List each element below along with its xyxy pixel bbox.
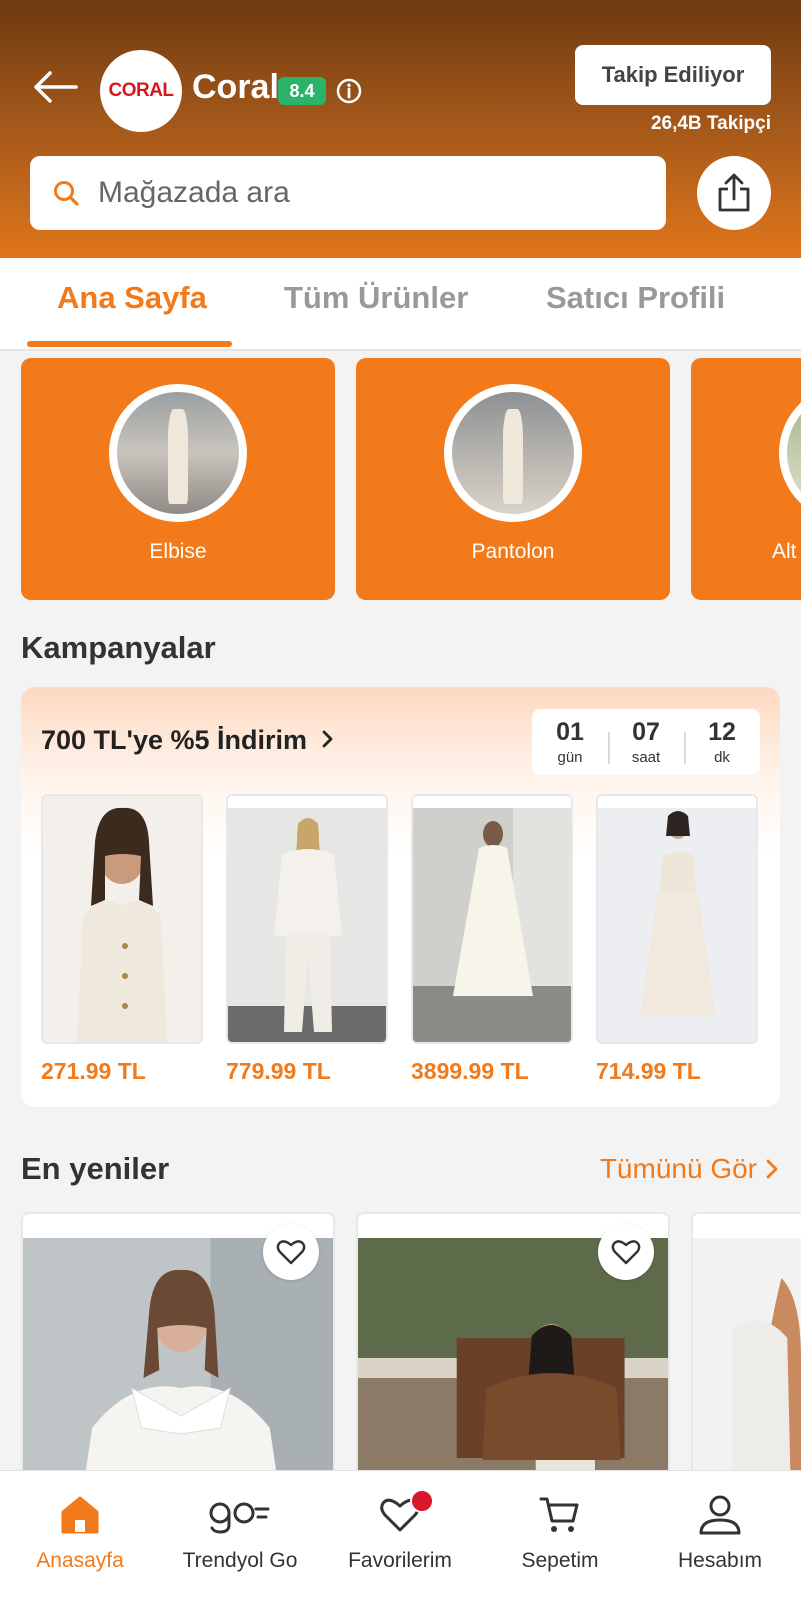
follow-button[interactable]: Takip Ediliyor bbox=[575, 45, 771, 105]
nav-label: Sepetim bbox=[521, 1549, 599, 1572]
nav-label: Trendyol Go bbox=[182, 1549, 298, 1572]
category-label: Pantolon bbox=[471, 540, 555, 563]
product-price: 271.99 TL bbox=[41, 1058, 146, 1084]
countdown-days: 01 gün bbox=[556, 718, 584, 766]
info-icon[interactable] bbox=[336, 78, 362, 104]
active-tab-indicator bbox=[27, 341, 232, 347]
category-label: Elbise bbox=[149, 540, 207, 563]
product-image bbox=[226, 794, 388, 1044]
store-name: Coral bbox=[192, 68, 279, 106]
logo-text: CORAL bbox=[108, 80, 174, 101]
countdown-minutes: 12 dk bbox=[684, 718, 760, 766]
user-icon bbox=[699, 1495, 741, 1535]
nav-account[interactable]: Hesabım bbox=[640, 1485, 800, 1573]
favorite-button[interactable] bbox=[598, 1224, 654, 1280]
seller-score-badge: 8.4 bbox=[278, 77, 326, 105]
new-product-card[interactable] bbox=[21, 1212, 335, 1502]
heart-icon bbox=[611, 1240, 641, 1265]
category-label: Alt bbox=[772, 540, 797, 563]
store-logo[interactable]: CORAL bbox=[100, 50, 182, 132]
category-card-elbise[interactable]: Elbise bbox=[21, 358, 335, 600]
tab-all-products[interactable]: Tüm Ürünler bbox=[284, 280, 468, 316]
countdown-timer: 01 gün 07 saat 12 dk bbox=[532, 709, 760, 775]
heart-icon bbox=[276, 1240, 306, 1265]
campaign-link[interactable]: 700 TL'ye %5 İndirim bbox=[41, 725, 335, 756]
store-tabs: Ana Sayfa Tüm Ürünler Satıcı Profili bbox=[0, 258, 801, 351]
go-icon bbox=[209, 1502, 270, 1534]
nav-label: Anasayfa bbox=[36, 1549, 124, 1572]
chevron-right-icon bbox=[322, 730, 332, 748]
search-input[interactable] bbox=[98, 176, 618, 210]
campaigns-title: Kampanyalar bbox=[21, 630, 216, 665]
campaign-product[interactable]: 3899.99 TL bbox=[411, 794, 573, 1085]
category-image bbox=[779, 384, 801, 522]
store-page: CORAL Coral 8.4 Takip Ediliyor 26,4B Tak… bbox=[0, 0, 801, 1600]
see-all-label: Tümünü Gör bbox=[599, 1153, 757, 1184]
product-image bbox=[411, 794, 573, 1044]
nav-home[interactable]: Anasayfa bbox=[0, 1485, 160, 1573]
share-button[interactable] bbox=[697, 156, 771, 230]
nav-label: Favorilerim bbox=[348, 1549, 452, 1572]
product-price: 714.99 TL bbox=[596, 1058, 701, 1084]
store-search-box[interactable] bbox=[30, 156, 666, 230]
campaign-product[interactable]: 779.99 TL bbox=[226, 794, 388, 1085]
nav-favorites[interactable]: Favorilerim bbox=[320, 1485, 480, 1573]
category-image bbox=[444, 384, 582, 522]
search-icon bbox=[54, 181, 79, 206]
nav-label: Hesabım bbox=[677, 1549, 763, 1572]
tab-home[interactable]: Ana Sayfa bbox=[57, 280, 207, 316]
campaign-card: 700 TL'ye %5 İndirim 01 gün 07 saat 12 dk 2… bbox=[21, 687, 780, 1107]
new-product-card[interactable] bbox=[356, 1212, 670, 1502]
back-button[interactable] bbox=[30, 62, 80, 112]
favorite-button[interactable] bbox=[263, 1224, 319, 1280]
category-image bbox=[109, 384, 247, 522]
countdown-hours: 07 saat bbox=[608, 718, 684, 766]
product-image bbox=[41, 794, 203, 1044]
product-image bbox=[693, 1238, 801, 1500]
bottom-navigation: Anasayfa Trendyol Go Favorilerim Sepetim bbox=[0, 1470, 801, 1600]
campaign-product[interactable]: 714.99 TL bbox=[596, 794, 758, 1085]
new-arrivals-title: En yeniler bbox=[21, 1151, 170, 1186]
nav-cart[interactable]: Sepetim bbox=[480, 1485, 640, 1573]
nav-trendyol-go[interactable]: Trendyol Go bbox=[160, 1485, 320, 1573]
product-price: 3899.99 TL bbox=[411, 1058, 529, 1084]
campaign-title-text: 700 TL'ye %5 İndirim bbox=[41, 725, 308, 755]
category-card-alt[interactable]: Alt bbox=[691, 358, 801, 600]
product-price: 779.99 TL bbox=[226, 1058, 331, 1084]
home-icon bbox=[61, 1496, 99, 1534]
favorites-badge bbox=[410, 1489, 434, 1513]
share-icon bbox=[718, 173, 750, 212]
see-all-link[interactable]: Tümünü Gör bbox=[600, 1153, 779, 1185]
category-card-pantolon[interactable]: Pantolon bbox=[356, 358, 670, 600]
cart-icon bbox=[539, 1497, 579, 1532]
arrow-left-icon bbox=[34, 71, 78, 103]
chevron-right-icon bbox=[766, 1159, 778, 1179]
new-product-card[interactable] bbox=[691, 1212, 801, 1502]
product-image bbox=[596, 794, 758, 1044]
tab-seller-profile[interactable]: Satıcı Profili bbox=[546, 280, 725, 316]
campaign-product[interactable]: 271.99 TL bbox=[41, 794, 203, 1085]
follower-count: 26,4B Takipçi bbox=[650, 113, 771, 134]
store-header: CORAL Coral 8.4 Takip Ediliyor 26,4B Tak… bbox=[0, 0, 801, 258]
